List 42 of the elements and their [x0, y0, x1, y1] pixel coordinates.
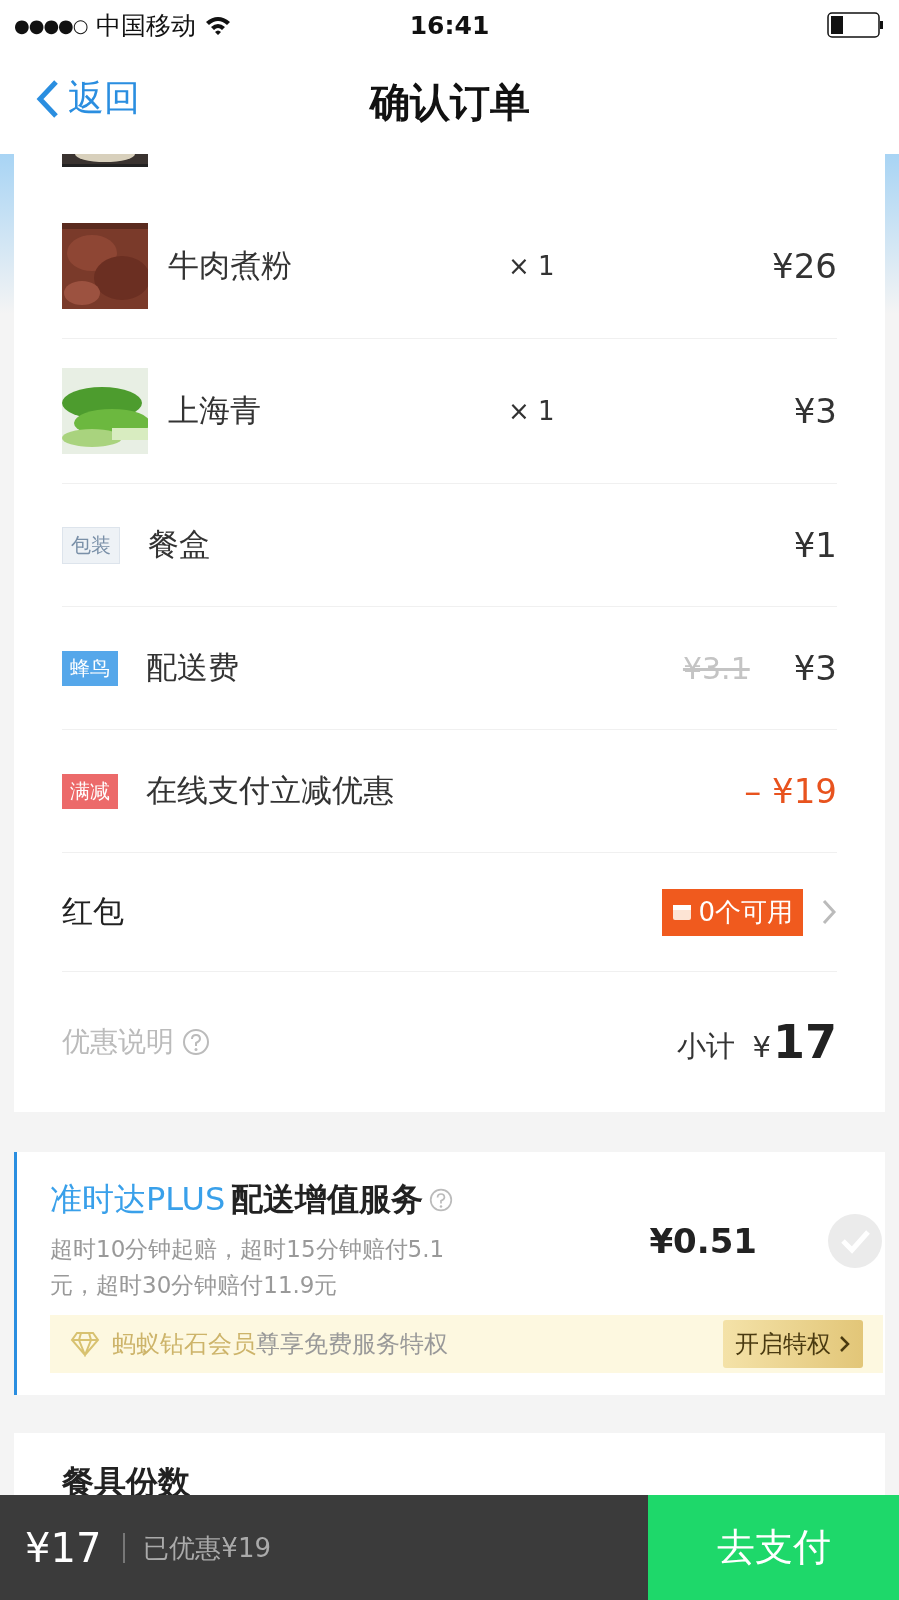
status-time: 16:41 — [409, 10, 490, 40]
back-button[interactable]: 返回 — [34, 74, 140, 123]
fee-price: – ¥19 — [744, 771, 837, 811]
help-icon[interactable] — [429, 1188, 454, 1212]
fee-price: ¥1 — [793, 525, 837, 565]
original-price: ¥3.1 — [682, 650, 750, 686]
carrier-name: 中国移动 — [95, 9, 196, 42]
dish-quantity: × 1 — [508, 396, 555, 426]
dish-price: ¥3 — [793, 391, 837, 431]
page-title: 确认订单 — [369, 77, 530, 127]
help-icon[interactable] — [182, 1028, 210, 1056]
back-chevron-icon[interactable] — [34, 78, 60, 119]
fee-price: ¥3 — [793, 648, 837, 688]
fee-name: 在线支付立减优惠 — [146, 771, 394, 810]
subtotal-amount: 17 — [773, 1015, 837, 1069]
fee-name: 配送费 — [146, 648, 239, 687]
service-description: 超时10分钟起赔，超时15分钟赔付5.1元，超时30分钟赔付11.9元 — [50, 1235, 446, 1300]
coupon-count-badge[interactable]: 0个可用 — [662, 888, 803, 936]
promo-text: 蚂蚁钻石会员尊享免费服务特权 — [112, 1329, 448, 1361]
dish-name: 上海青 — [168, 391, 262, 430]
dish-name: 牛肉煮粉 — [168, 246, 293, 285]
subtotal-label: 小计 — [676, 1028, 735, 1065]
service-brand: 准时达PLUS — [50, 1179, 226, 1220]
total-amount: ¥17 — [25, 1524, 102, 1571]
coupon-label: 红包 — [62, 892, 124, 931]
saved-amount: 已优惠¥19 — [123, 1532, 271, 1563]
enable-privilege-button[interactable]: 开启特权 — [723, 1320, 863, 1369]
service-title: 配送增值服务 — [231, 1179, 424, 1220]
service-price: ¥0.51 — [649, 1220, 757, 1261]
subtotal-currency: ¥ — [752, 1030, 771, 1064]
discount-note-link[interactable]: 优惠说明 — [62, 1023, 174, 1061]
fee-name: 餐盒 — [148, 525, 210, 564]
fee-tag: 蜂鸟 — [62, 650, 118, 686]
diamond-icon — [70, 1331, 100, 1358]
fee-tag: 满减 — [62, 773, 118, 809]
battery-icon — [827, 12, 885, 38]
signal-strength: ●●●●○ — [14, 14, 88, 36]
chevron-icon[interactable] — [839, 1335, 851, 1354]
dish-price: ¥26 — [772, 246, 837, 286]
dish-quantity: × 1 — [508, 251, 555, 281]
pay-button[interactable]: 去支付 — [648, 1495, 899, 1600]
fee-tag: 包装 — [62, 526, 120, 564]
